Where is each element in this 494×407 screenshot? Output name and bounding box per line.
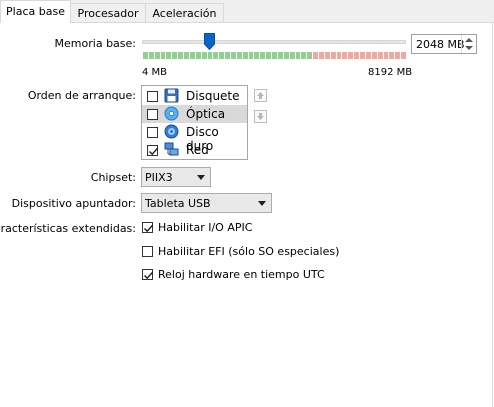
- chipset-label: Chipset:: [90, 171, 136, 184]
- boot-item-label: Disquete: [186, 89, 240, 103]
- boot-checkbox[interactable]: [147, 127, 158, 138]
- boot-item-label: Red: [186, 143, 209, 157]
- chevron-down-icon: [258, 201, 266, 206]
- move-down-button[interactable]: [254, 110, 267, 123]
- tab-placa-base[interactable]: Placa base: [0, 0, 71, 23]
- floppy-icon: [164, 88, 179, 103]
- io-apic-label: Habilitar I/O APIC: [158, 221, 253, 234]
- boot-item-red[interactable]: Red: [142, 141, 247, 159]
- chevron-down-icon: [197, 175, 205, 180]
- memory-slider-track[interactable]: [142, 40, 406, 44]
- tab-panel: [0, 22, 494, 407]
- chipset-value: PIIX3: [145, 171, 173, 184]
- boot-item-disco-duro[interactable]: Disco duro: [142, 123, 247, 153]
- pointing-device-select[interactable]: Tableta USB: [141, 193, 272, 213]
- memory-value: 2048 MB: [416, 38, 465, 51]
- hard-disk-icon: [164, 124, 179, 139]
- boot-item-label: Óptica: [186, 107, 226, 121]
- optical-disc-icon: [164, 106, 179, 121]
- memory-spinbox[interactable]: 2048 MB: [411, 34, 477, 54]
- spin-up-icon[interactable]: [465, 38, 473, 42]
- io-apic-checkbox[interactable]: [142, 222, 153, 233]
- checkmark-icon: [149, 147, 158, 156]
- recommended-zone: [142, 52, 313, 59]
- utc-clock-label: Reloj hardware en tiempo UTC: [158, 268, 325, 281]
- boot-order-list[interactable]: Disquete Óptica Disco duro Red: [141, 85, 248, 160]
- arrow-up-icon: [257, 92, 264, 99]
- memory-slider-thumb[interactable]: [204, 33, 215, 50]
- tab-label: Aceleración: [152, 7, 217, 20]
- memory-label: Memoria base:: [54, 37, 136, 50]
- arrow-down-icon: [257, 113, 264, 120]
- tab-label: Placa base: [6, 5, 65, 18]
- move-up-button[interactable]: [254, 89, 267, 102]
- panel-right-edge: [492, 22, 493, 407]
- boot-checkbox[interactable]: [147, 145, 158, 156]
- pointing-device-label: Dispositivo apuntador:: [11, 197, 136, 210]
- checkmark-icon: [144, 271, 153, 280]
- network-icon: [164, 142, 179, 156]
- utc-clock-checkbox[interactable]: [142, 269, 153, 280]
- boot-checkbox[interactable]: [147, 109, 158, 120]
- extended-features-label: Características extendidas:: [0, 222, 136, 235]
- pointing-device-value: Tableta USB: [145, 197, 211, 210]
- memory-min-label: 4 MB: [142, 67, 168, 78]
- tab-aceleracion[interactable]: Aceleración: [145, 3, 224, 22]
- tab-procesador[interactable]: Procesador: [70, 3, 146, 22]
- memory-max-label: 8192 MB: [368, 67, 413, 78]
- memory-slider-ticks: [142, 52, 407, 59]
- boot-item-disquete[interactable]: Disquete: [142, 87, 247, 105]
- boot-checkbox[interactable]: [147, 91, 158, 102]
- checkmark-icon: [144, 224, 153, 233]
- efi-label: Habilitar EFI (sólo SO especiales): [158, 245, 340, 258]
- boot-order-label: Orden de arranque:: [27, 89, 136, 102]
- efi-checkbox[interactable]: [142, 246, 153, 257]
- boot-item-optica[interactable]: Óptica: [142, 105, 247, 123]
- spin-down-icon[interactable]: [465, 46, 473, 50]
- tab-label: Procesador: [77, 7, 139, 20]
- chipset-select[interactable]: PIIX3: [141, 167, 211, 187]
- spin-arrows[interactable]: [461, 35, 476, 53]
